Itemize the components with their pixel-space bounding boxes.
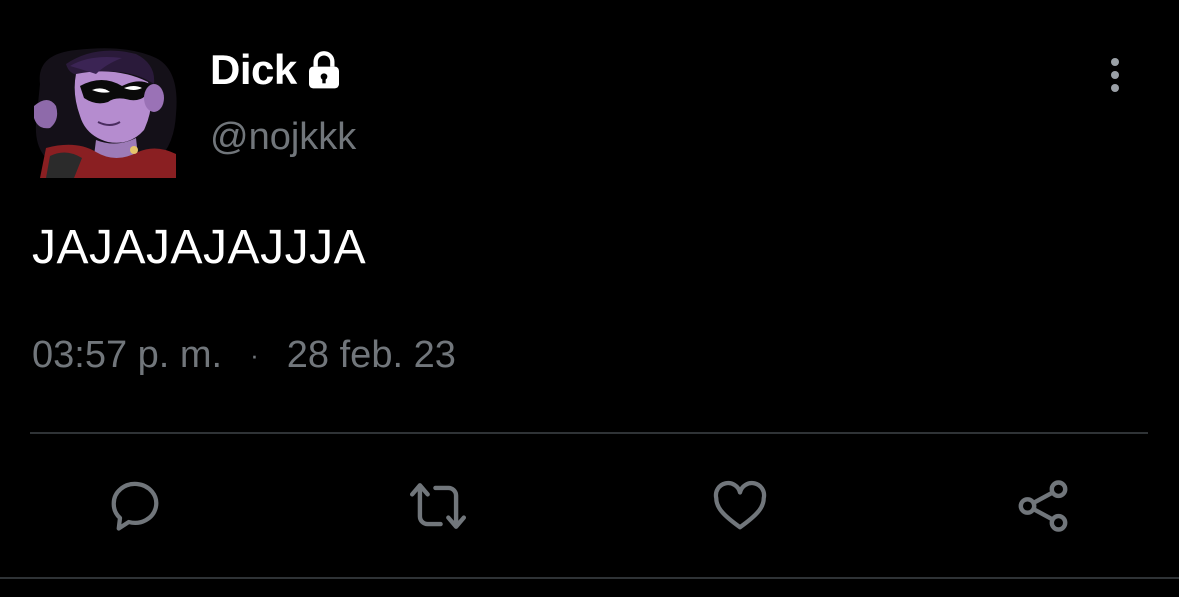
tweet-date: 28 feb. 23 xyxy=(286,334,456,376)
more-vertical-icon[interactable] xyxy=(1098,54,1132,98)
lock-icon xyxy=(303,49,345,91)
tweet-text: JAJAJAJAJJJA xyxy=(32,221,367,274)
tweet-time: 03:57 p. m. xyxy=(32,334,223,376)
bottom-divider xyxy=(0,577,1179,579)
meta-separator: · xyxy=(250,340,259,370)
comment-icon xyxy=(111,481,159,531)
avatar-image xyxy=(34,48,177,178)
retweet-icon xyxy=(409,483,467,529)
heart-icon xyxy=(713,480,767,530)
action-bar xyxy=(0,470,1179,542)
like-button[interactable] xyxy=(704,470,776,542)
share-icon xyxy=(1018,480,1068,532)
tweet-detail: Dick @nojkkk JAJAJAJAJJJA 03:57 p. m. · … xyxy=(0,0,1179,597)
retweet-button[interactable] xyxy=(402,470,474,542)
author-handle[interactable]: @nojkkk xyxy=(210,116,356,159)
avatar[interactable] xyxy=(26,44,180,178)
share-button[interactable] xyxy=(1007,470,1079,542)
display-name[interactable]: Dick xyxy=(210,46,297,94)
tweet-timestamp[interactable]: 03:57 p. m. · 28 feb. 23 xyxy=(32,334,456,377)
reply-button[interactable] xyxy=(99,470,171,542)
divider xyxy=(30,432,1148,434)
author-row[interactable]: Dick xyxy=(210,42,345,98)
